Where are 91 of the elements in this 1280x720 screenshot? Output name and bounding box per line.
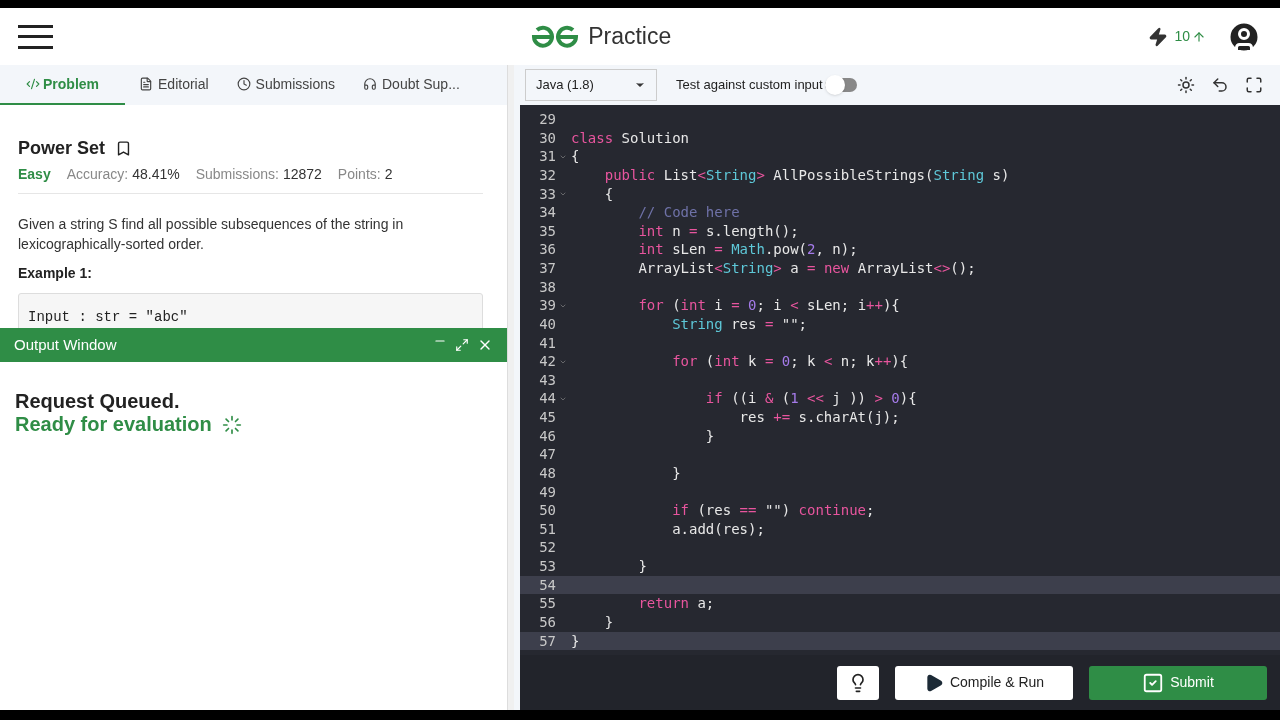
code-line: // Code here bbox=[637, 203, 740, 222]
code-line: for (int k = 0; k < n; k++){ bbox=[671, 352, 909, 371]
code-line: res += s.charAt(j); bbox=[738, 408, 900, 427]
code-line: if (res == "") continue; bbox=[671, 501, 875, 520]
line-number: 42 bbox=[538, 352, 556, 371]
tab-icon bbox=[139, 77, 153, 91]
code-line: return a; bbox=[637, 594, 715, 613]
code-line: { bbox=[571, 147, 580, 166]
compile-run-button[interactable]: Compile & Run bbox=[895, 665, 1073, 700]
code-line: } bbox=[603, 612, 614, 632]
difficulty-label: Easy bbox=[18, 165, 51, 184]
example-text: Input : str = "abc" bbox=[28, 309, 188, 325]
expand-icon[interactable] bbox=[455, 338, 469, 352]
submissions-label: Submissions: bbox=[195, 165, 279, 184]
theme-icon[interactable] bbox=[1177, 76, 1195, 94]
points-label: Points: bbox=[337, 165, 381, 184]
line-number: 39 bbox=[538, 296, 556, 315]
menu-icon[interactable] bbox=[18, 24, 53, 49]
line-number: 30 bbox=[538, 128, 556, 148]
brand-name: Practice bbox=[588, 22, 672, 52]
line-number: 35 bbox=[538, 221, 556, 241]
bolt-icon bbox=[1148, 26, 1169, 47]
points-value: 2 bbox=[384, 165, 393, 184]
line-number: 51 bbox=[538, 519, 556, 539]
line-number: 36 bbox=[538, 240, 556, 259]
code-line: for (int i = 0; i < sLen; i++){ bbox=[637, 296, 900, 315]
line-number: 37 bbox=[538, 259, 556, 278]
tab[interactable]: Editorial bbox=[125, 65, 223, 105]
accuracy-value: 48.41% bbox=[132, 165, 180, 184]
line-number: 56 bbox=[538, 612, 556, 632]
line-number: 57 bbox=[538, 631, 556, 651]
line-number: 33 bbox=[538, 184, 556, 204]
code-line: ArrayList<String> a = new ArrayList<>(); bbox=[637, 259, 976, 278]
line-number: 38 bbox=[538, 277, 556, 297]
code-line: a.add(res); bbox=[671, 519, 765, 539]
line-number: 50 bbox=[538, 501, 556, 520]
line-number: 31 bbox=[538, 147, 556, 166]
line-number: 34 bbox=[538, 203, 556, 222]
accuracy-label: Accuracy: bbox=[66, 165, 129, 184]
line-number: 29 bbox=[538, 110, 556, 129]
submissions-value: 12872 bbox=[282, 165, 322, 184]
output-window-title: Output Window bbox=[14, 334, 118, 355]
spinner-icon bbox=[221, 414, 242, 435]
line-number: 47 bbox=[538, 445, 556, 464]
evaluation-message: Ready for evaluation bbox=[15, 413, 212, 436]
code-line: } bbox=[671, 463, 681, 483]
hint-button[interactable] bbox=[837, 665, 879, 700]
language-dropdown[interactable]: Java (1.8) bbox=[525, 69, 657, 101]
example-title: Example 1: bbox=[18, 264, 93, 283]
line-number: 49 bbox=[538, 482, 556, 502]
tab[interactable]: Doubt Sup... bbox=[349, 65, 474, 105]
code-editor[interactable] bbox=[520, 105, 1280, 655]
line-number: 45 bbox=[538, 408, 556, 427]
tab[interactable]: Submissions bbox=[222, 65, 349, 105]
line-number: 54 bbox=[538, 575, 556, 595]
up-arrow-icon bbox=[1192, 29, 1206, 44]
fullscreen-icon[interactable] bbox=[1245, 76, 1263, 94]
line-number: 43 bbox=[538, 370, 556, 390]
line-number: 48 bbox=[538, 463, 556, 483]
line-number: 41 bbox=[538, 333, 556, 353]
submit-button[interactable]: Submit bbox=[1089, 665, 1267, 700]
code-line: } bbox=[571, 631, 580, 651]
line-number: 32 bbox=[538, 165, 556, 185]
code-line: public List<String> AllPossibleStrings(String s) bbox=[603, 165, 1010, 185]
code-line: if ((i & (1 << j )) > 0){ bbox=[704, 389, 917, 408]
line-number: 46 bbox=[538, 426, 556, 446]
reset-icon[interactable] bbox=[1211, 76, 1229, 94]
code-line: class Solution bbox=[571, 128, 689, 148]
code-line: String res = ""; bbox=[671, 314, 808, 334]
tab-icon bbox=[26, 77, 40, 91]
checkbox-icon bbox=[1142, 671, 1165, 694]
code-line: int sLen = Math.pow(2, n); bbox=[637, 240, 858, 259]
code-line: int n = s.length(); bbox=[637, 221, 799, 241]
line-number: 44 bbox=[538, 389, 556, 408]
code-line: } bbox=[637, 557, 647, 576]
logo-icon bbox=[530, 24, 581, 49]
problem-description: Given a string S find all possible subsequences of the string in lexicographically-sorted order. bbox=[18, 215, 405, 254]
tab-icon bbox=[236, 77, 251, 91]
code-line: } bbox=[704, 426, 715, 446]
tab-icon bbox=[363, 77, 377, 91]
line-number: 55 bbox=[538, 594, 556, 613]
code-line: { bbox=[603, 184, 614, 204]
line-number: 52 bbox=[538, 538, 556, 557]
problem-title: Power Set bbox=[18, 137, 106, 160]
streak-count: 10 bbox=[1174, 27, 1190, 46]
line-number: 53 bbox=[538, 557, 556, 576]
status-text: Request Queued. bbox=[15, 390, 181, 413]
custom-input-toggle[interactable] bbox=[824, 78, 857, 92]
custom-input-label: Test against custom input bbox=[676, 76, 823, 95]
line-number: 40 bbox=[538, 314, 556, 334]
fold-icon[interactable] bbox=[559, 190, 567, 198]
